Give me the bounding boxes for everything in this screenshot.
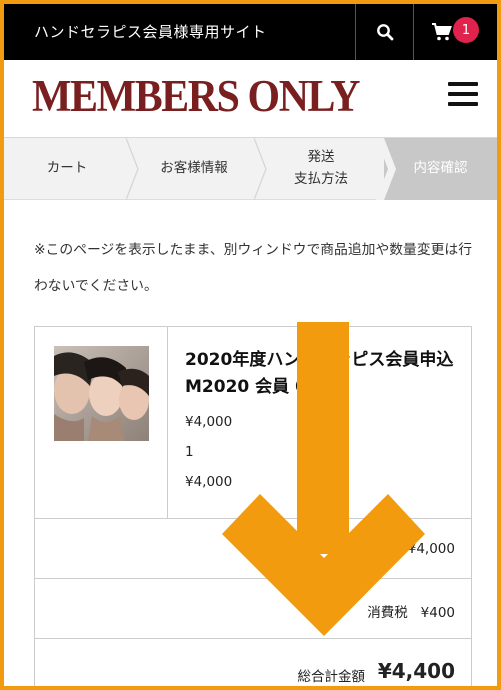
subtotal-row: ¥4,000: [35, 519, 471, 579]
total-row: 総合計金額 ¥4,400: [35, 639, 471, 686]
hamburger-menu-icon[interactable]: [448, 82, 478, 108]
step-label-line1: 発送: [307, 149, 335, 166]
step-separator-icon: [376, 138, 396, 200]
cart-count-badge: 1: [453, 17, 479, 43]
step-confirm-current: 内容確認: [384, 138, 497, 200]
site-logo[interactable]: MEMBERS ONLY: [32, 70, 360, 122]
menu-bar: [448, 102, 478, 106]
search-button[interactable]: [355, 4, 413, 60]
item-price: ¥4,000: [185, 414, 233, 430]
tax-value: ¥400: [420, 605, 455, 621]
search-icon: [376, 24, 393, 41]
subtotal-value: ¥4,000: [407, 541, 455, 557]
total-value: ¥4,400: [377, 659, 455, 683]
thumbnail-cell: [35, 327, 168, 518]
product-thumbnail: [54, 346, 149, 441]
item-line-total: ¥4,000: [185, 474, 233, 490]
menu-bar: [448, 92, 478, 96]
step-label-line2: 支払方法: [294, 171, 348, 187]
total-label: 総合計金額: [297, 669, 366, 685]
top-bar: ハンドセラピス会員様専用サイト 1: [4, 4, 497, 60]
site-name: ハンドセラピス会員様専用サイト: [34, 23, 267, 41]
tax-row: 消費税 ¥400: [35, 579, 471, 639]
notice-text: ※このページを表示したまま、別ウィンドウで商品追加や数量変更は行わないでください…: [34, 242, 473, 294]
step-cart: カート: [46, 160, 88, 177]
step-shipping-payment: 発送 支払方法: [258, 138, 384, 200]
cart-icon: [431, 23, 452, 41]
logo-row: MEMBERS ONLY: [4, 60, 497, 138]
item-quantity: 1: [185, 444, 194, 460]
menu-bar: [448, 82, 478, 86]
step-separator-icon: [254, 138, 267, 200]
cart-item-row: 2020年度ハンドセラピス会員申込 M2020 会員 001 ¥4,000 1 …: [35, 327, 471, 519]
step-separator-icon: [126, 138, 139, 200]
tax-summary: 消費税 ¥400: [367, 601, 455, 621]
step-customer-info: お客様情報: [160, 160, 228, 177]
tax-label: 消費税: [367, 605, 408, 621]
product-name[interactable]: 2020年度ハンドセラピス会員申込 M2020 会員 001: [185, 347, 465, 401]
item-detail: 2020年度ハンドセラピス会員申込 M2020 会員 001 ¥4,000 1 …: [185, 347, 465, 492]
cart-table: 2020年度ハンドセラピス会員申込 M2020 会員 001 ¥4,000 1 …: [34, 326, 472, 686]
checkout-steps: カート お客様情報 発送 支払方法 内容確認: [4, 138, 497, 200]
page-frame: ハンドセラピス会員様専用サイト 1 MEMBERS ONLY カート お客様情報…: [0, 0, 501, 690]
